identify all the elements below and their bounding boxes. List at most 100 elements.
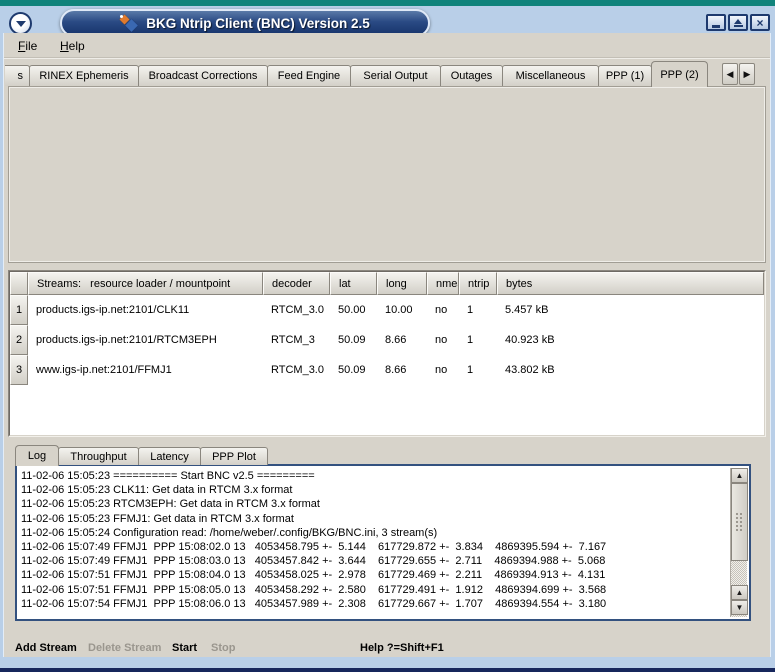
cell-ntrip[interactable]: 1 — [459, 355, 497, 385]
cell-lat[interactable]: 50.09 — [330, 355, 377, 385]
tab-ppp-plot[interactable]: PPP Plot — [200, 447, 268, 465]
cell-ntrip[interactable]: 1 — [459, 295, 497, 325]
arrow-up-icon: ▲ — [736, 471, 744, 480]
tab-feed-engine[interactable]: Feed Engine — [267, 65, 351, 86]
tab-clipped[interactable]: s — [5, 65, 30, 86]
log-scrollbar[interactable]: ▲ ▲ ▼ — [730, 468, 747, 617]
tab-miscellaneous[interactable]: Miscellaneous — [502, 65, 599, 86]
scroll-down-button[interactable]: ▼ — [731, 600, 748, 615]
arrow-up-icon: ▲ — [736, 588, 744, 597]
log-line: 11-02-06 15:07:49 FFMJ1 PPP 15:08:02.0 1… — [21, 540, 728, 554]
cell-nmea[interactable]: no — [427, 325, 459, 355]
add-stream-button[interactable]: Add Stream — [15, 642, 77, 654]
col-header-ntrip[interactable]: ntrip — [459, 272, 497, 295]
cell-bytes[interactable]: 40.923 kB — [497, 325, 764, 355]
window-menu-button[interactable] — [9, 12, 32, 35]
ppp2-pane — [8, 86, 766, 263]
bnc-window: BKG Ntrip Client (BNC) Version 2.5 × Fil… — [0, 0, 775, 672]
log-line: 11-02-06 15:07:51 FFMJ1 PPP 15:08:04.0 1… — [21, 568, 728, 582]
main-tabbar: s RINEX Ephemeris Broadcast Corrections … — [5, 60, 708, 86]
window-title: BKG Ntrip Client (BNC) Version 2.5 — [146, 16, 370, 31]
streams-table: Streams: resource loader / mountpoint de… — [10, 272, 764, 385]
start-button[interactable]: Start — [172, 642, 197, 654]
log-line: 11-02-06 15:05:23 CLK11: Get data in RTC… — [21, 483, 728, 497]
tab-ppp-1[interactable]: PPP (1) — [598, 65, 652, 86]
streams-panel: Streams: resource loader / mountpoint de… — [8, 270, 766, 437]
log-line: 11-02-06 15:05:23 ========== Start BNC v… — [21, 469, 728, 483]
col-header-nmea[interactable]: nmea — [427, 272, 459, 295]
cell-ntrip[interactable]: 1 — [459, 325, 497, 355]
cell-nmea[interactable]: no — [427, 355, 459, 385]
menu-file[interactable]: File — [18, 39, 37, 53]
cell-lat[interactable]: 50.00 — [330, 295, 377, 325]
col-header-bytes[interactable]: bytes — [497, 272, 764, 295]
log-line: 11-02-06 15:07:49 FFMJ1 PPP 15:08:03.0 1… — [21, 554, 728, 568]
log-line: 11-02-06 15:07:54 FFMJ1 PPP 15:08:06.0 1… — [21, 597, 728, 611]
cell-mountpoint[interactable]: www.igs-ip.net:2101/FFMJ1 — [28, 355, 263, 385]
cell-bytes[interactable]: 43.802 kB — [497, 355, 764, 385]
minimize-icon — [712, 25, 720, 28]
log-line: 11-02-06 15:05:23 FFMJ1: Get data in RTC… — [21, 512, 728, 526]
tab-outages[interactable]: Outages — [440, 65, 503, 86]
window-frame-bottom — [0, 657, 775, 668]
cell-mountpoint[interactable]: products.igs-ip.net:2101/RTCM3EPH — [28, 325, 263, 355]
window-frame-bottom-edge — [0, 668, 775, 672]
tab-serial-output[interactable]: Serial Output — [350, 65, 441, 86]
minimize-button[interactable] — [706, 14, 726, 31]
cell-bytes[interactable]: 5.457 kB — [497, 295, 764, 325]
log-line: 11-02-06 15:07:51 FFMJ1 PPP 15:08:05.0 1… — [21, 583, 728, 597]
menubar: File Help — [4, 33, 770, 58]
scroll-up-button[interactable]: ▲ — [731, 468, 748, 483]
row-number[interactable]: 1 — [10, 295, 28, 325]
arrow-left-icon: ◀ — [727, 69, 734, 80]
tab-ppp-2[interactable]: PPP (2) — [651, 61, 708, 87]
col-header-long[interactable]: long — [377, 272, 427, 295]
log-line: 11-02-06 15:05:24 Configuration read: /h… — [21, 526, 728, 540]
col-header-mountpoint[interactable]: Streams: resource loader / mountpoint — [28, 272, 263, 295]
titlebar[interactable]: BKG Ntrip Client (BNC) Version 2.5 × — [0, 6, 775, 33]
tab-broadcast-corrections[interactable]: Broadcast Corrections — [138, 65, 268, 86]
arrow-down-icon: ▼ — [736, 603, 744, 612]
tab-scroll-right-button[interactable]: ▶ — [739, 63, 755, 85]
table-row[interactable]: 1 products.igs-ip.net:2101/CLK11 RTCM_3.… — [10, 295, 764, 325]
log-line: 11-02-06 15:05:23 RTCM3EPH: Get data in … — [21, 497, 728, 511]
cell-decoder[interactable]: RTCM_3.0 — [263, 295, 330, 325]
cell-mountpoint[interactable]: products.igs-ip.net:2101/CLK11 — [28, 295, 263, 325]
window-frame-right — [770, 33, 775, 657]
help-shortcut-label: Help ?=Shift+F1 — [360, 642, 444, 654]
cell-nmea[interactable]: no — [427, 295, 459, 325]
bnc-app-icon — [120, 15, 138, 31]
tab-rinex-ephemeris[interactable]: RINEX Ephemeris — [29, 65, 139, 86]
stop-button[interactable]: Stop — [211, 642, 235, 654]
row-number[interactable]: 2 — [10, 325, 28, 355]
log-tabbar: Log Throughput Latency PPP Plot — [15, 444, 268, 465]
cell-decoder[interactable]: RTCM_3 — [263, 325, 330, 355]
close-icon: × — [756, 17, 763, 29]
table-row[interactable]: 3 www.igs-ip.net:2101/FFMJ1 RTCM_3.0 50.… — [10, 355, 764, 385]
scrollbar-thumb[interactable] — [731, 483, 748, 561]
cell-long[interactable]: 8.66 — [377, 355, 427, 385]
tab-throughput[interactable]: Throughput — [58, 447, 139, 465]
cell-decoder[interactable]: RTCM_3.0 — [263, 355, 330, 385]
tab-log[interactable]: Log — [15, 445, 59, 466]
menu-help[interactable]: Help — [60, 39, 85, 53]
delete-stream-button[interactable]: Delete Stream — [88, 642, 161, 654]
tab-scroll-left-button[interactable]: ◀ — [722, 63, 738, 85]
log-output[interactable]: 11-02-06 15:05:23 ========== Start BNC v… — [15, 464, 751, 621]
scroll-up-button-2[interactable]: ▲ — [731, 585, 748, 600]
maximize-button[interactable] — [728, 14, 748, 31]
maximize-icon — [734, 19, 743, 27]
cell-lat[interactable]: 50.09 — [330, 325, 377, 355]
cell-long[interactable]: 8.66 — [377, 325, 427, 355]
streams-corner-header — [10, 272, 28, 295]
col-header-lat[interactable]: lat — [330, 272, 377, 295]
tab-latency[interactable]: Latency — [138, 447, 201, 465]
row-number[interactable]: 3 — [10, 355, 28, 385]
col-header-decoder[interactable]: decoder — [263, 272, 330, 295]
window-frame-left — [0, 33, 4, 657]
table-row[interactable]: 2 products.igs-ip.net:2101/RTCM3EPH RTCM… — [10, 325, 764, 355]
close-button[interactable]: × — [750, 14, 770, 31]
log-text: 11-02-06 15:05:23 ========== Start BNC v… — [21, 469, 728, 617]
cell-long[interactable]: 10.00 — [377, 295, 427, 325]
arrow-right-icon: ▶ — [744, 69, 751, 80]
